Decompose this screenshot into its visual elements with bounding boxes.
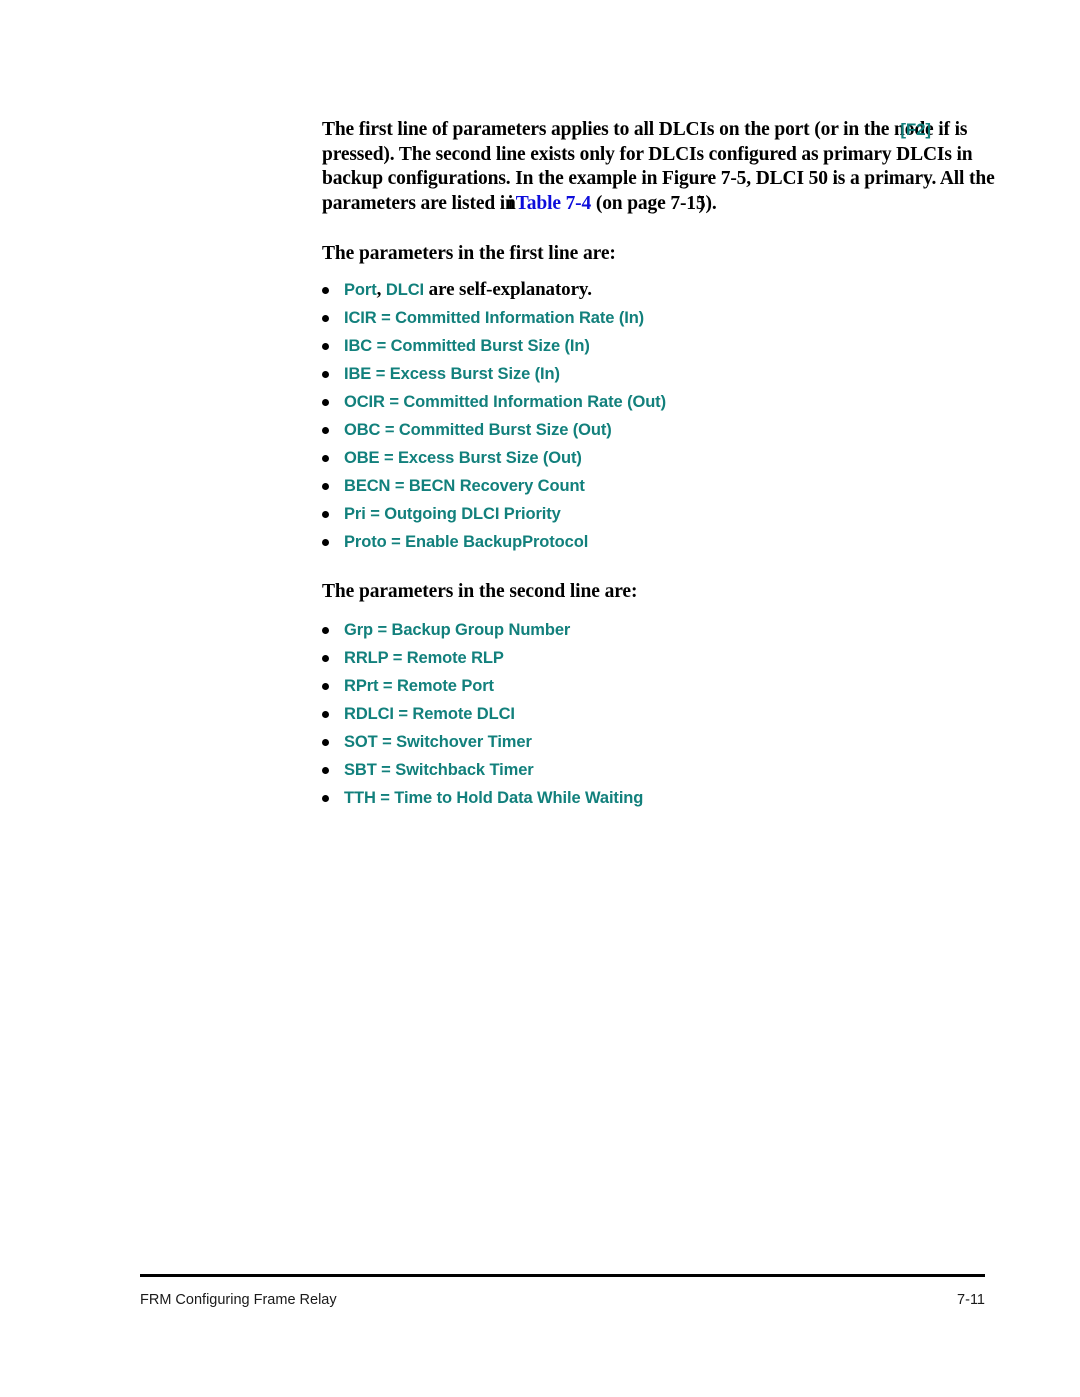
intro-tail-overlap: )). [698, 192, 717, 217]
list-item: OCIR = Committed Information Rate (Out) [322, 388, 1014, 416]
list-item: IBE = Excess Burst Size (In) [322, 360, 1014, 388]
parameter-rrlp: RRLP = Remote RLP [344, 649, 504, 667]
bullet-dot-icon [322, 511, 329, 518]
table-7-4-crossreference[interactable]: i Table 7-4 [508, 192, 592, 217]
list-item: OBE = Excess Burst Size (Out) [322, 444, 1014, 472]
footer-divider [140, 1274, 985, 1277]
parameter-sbt: SBT = Switchback Timer [344, 761, 534, 779]
list-item: TTH = Time to Hold Data While Waiting [322, 784, 1014, 812]
parameter-rdlci: RDLCI = Remote DLCI [344, 705, 515, 723]
list-item: RPrt = Remote Port [322, 672, 1014, 700]
bullet-dot-icon [322, 655, 329, 662]
f2-key-label: [F2] [900, 120, 931, 139]
node-if-f2-overlap: de if [F2] [900, 118, 950, 143]
footer-document-title: FRM Configuring Frame Relay [140, 1292, 337, 1308]
parameter-pri: Pri = Outgoing DLCI Priority [344, 505, 561, 523]
list-item: Proto = Enable BackupProtocol [322, 528, 1014, 556]
list-item: RRLP = Remote RLP [322, 644, 1014, 672]
parameter-obe: OBE = Excess Burst Size (Out) [344, 449, 582, 467]
bullet-dot-icon [322, 371, 329, 378]
bullet-dot-icon [322, 711, 329, 718]
document-page: The first line of parameters applies to … [0, 0, 1080, 1397]
parameter-name-port: Port [344, 281, 377, 299]
list-item: OBC = Committed Burst Size (Out) [322, 416, 1014, 444]
bullet-dot-icon [322, 455, 329, 462]
bullet-dot-icon [322, 627, 329, 634]
list-item: Grp = Backup Group Number [322, 616, 1014, 644]
list-item: ICIR = Committed Information Rate (In) [322, 304, 1014, 332]
list-item: RDLCI = Remote DLCI [322, 700, 1014, 728]
parameter-sot: SOT = Switchover Timer [344, 733, 532, 751]
list-item: IBC = Committed Burst Size (In) [322, 332, 1014, 360]
parameter-becn: BECN = BECN Recovery Count [344, 477, 585, 495]
intro-tail-ghost: ) [698, 192, 705, 214]
intro-paragraph: The first line of parameters applies to … [322, 118, 1014, 216]
list-item: Port, DLCI are self-explanatory. [322, 276, 1014, 304]
parameter-obc: OBC = Committed Burst Size (Out) [344, 421, 612, 439]
parameter-ibe: IBE = Excess Burst Size (In) [344, 365, 560, 383]
list-item: SOT = Switchover Timer [322, 728, 1014, 756]
bullet-dot-icon [322, 315, 329, 322]
parameter-ibc: IBC = Committed Burst Size (In) [344, 337, 590, 355]
list-item: SBT = Switchback Timer [322, 756, 1014, 784]
parameter-tth: TTH = Time to Hold Data While Waiting [344, 789, 644, 807]
second-line-section-heading: The parameters in the second line are: [322, 581, 638, 602]
parameter-icir: ICIR = Committed Information Rate (In) [344, 309, 645, 327]
parameter-ocir: OCIR = Committed Information Rate (Out) [344, 393, 666, 411]
intro-tail-text: ). [705, 192, 717, 214]
first-line-section-heading: The parameters in the first line are: [322, 243, 616, 264]
bullet-dot-icon [322, 343, 329, 350]
parameter-grp: Grp = Backup Group Number [344, 621, 571, 639]
intro-text-part3: (on page 7-15 [591, 192, 706, 214]
bullet-dot-icon [322, 539, 329, 546]
parameter-rprt: RPrt = Remote Port [344, 677, 494, 695]
bullet-dot-icon [322, 399, 329, 406]
bullet-dot-icon [322, 483, 329, 490]
parameter-separator: , [376, 279, 386, 300]
page-content: The first line of parameters applies to … [322, 118, 1014, 812]
first-line-parameter-list: Port, DLCI are self-explanatory. ICIR = … [322, 276, 1014, 556]
parameter-name-dlci: DLCI [385, 281, 425, 299]
page-footer: FRM Configuring Frame Relay 7-11 [140, 1292, 985, 1308]
bullet-dot-icon [322, 427, 329, 434]
list-item: BECN = BECN Recovery Count [322, 472, 1014, 500]
bullet-dot-icon [322, 767, 329, 774]
bullet-dot-icon [322, 739, 329, 746]
footer-page-number: 7-11 [957, 1292, 985, 1308]
crossreference-ghost-char: i [507, 192, 513, 214]
parameter-description-self-explanatory: are self-explanatory. [424, 279, 592, 300]
bullet-dot-icon [322, 683, 329, 690]
list-item: Pri = Outgoing DLCI Priority [322, 500, 1014, 528]
second-line-parameter-list: Grp = Backup Group Number RRLP = Remote … [322, 616, 1014, 812]
parameter-proto: Proto = Enable BackupProtocol [344, 533, 589, 551]
bullet-dot-icon [322, 287, 329, 294]
bullet-dot-icon [322, 795, 329, 802]
intro-text-part1: The first line of parameters applies to … [322, 119, 915, 140]
crossreference-label[interactable]: Table 7-4 [516, 193, 592, 214]
